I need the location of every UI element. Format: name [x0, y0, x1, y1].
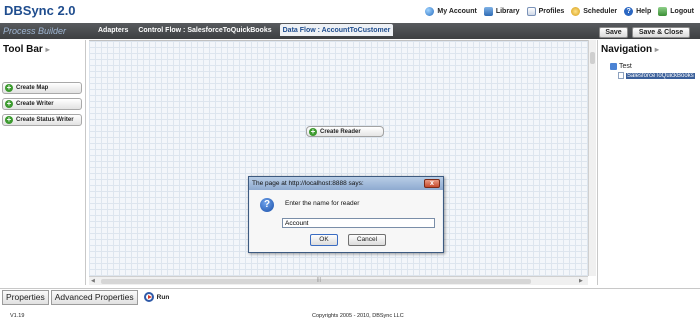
- logout-link[interactable]: Logout: [658, 7, 694, 16]
- tab-properties[interactable]: Properties: [2, 289, 49, 305]
- close-icon[interactable]: x: [424, 179, 440, 188]
- canvas-vertical-scrollbar[interactable]: [588, 40, 596, 276]
- create-map-button[interactable]: + Create Map: [2, 82, 82, 94]
- reader-name-input[interactable]: [282, 218, 435, 228]
- canvas-horizontal-scrollbar[interactable]: ◀ ||| ▶: [89, 276, 588, 285]
- collapse-arrow-icon[interactable]: ▸: [46, 45, 50, 54]
- version-label: V1.19: [10, 313, 25, 319]
- navigation-panel: Navigation ▸ Test SalesforceToQuickBooks: [597, 40, 700, 285]
- process-builder-label: Process Builder: [3, 26, 67, 36]
- ok-button[interactable]: OK: [310, 234, 338, 246]
- plus-icon: +: [5, 99, 13, 108]
- tab-adapters[interactable]: Adapters: [96, 26, 130, 36]
- scroll-left-icon[interactable]: ◀: [91, 278, 95, 284]
- create-status-writer-button[interactable]: + Create Status Writer: [2, 114, 82, 126]
- tree-node-root[interactable]: Test: [610, 62, 695, 71]
- run-button[interactable]: Run: [143, 292, 169, 302]
- flow-tabs: Adapters Control Flow : SalesforceToQuic…: [96, 24, 394, 36]
- top-bar: DBSync 2.0 My Account Library Profiles S…: [0, 0, 700, 23]
- top-navigation: My Account Library Profiles Scheduler ? H…: [425, 7, 694, 16]
- process-builder-bar: Process Builder Adapters Control Flow : …: [0, 23, 700, 39]
- footer: V1.19 Copyrights 2005 - 2010, DBSync LLC: [0, 310, 700, 323]
- save-button[interactable]: Save: [599, 27, 628, 38]
- help-icon: ?: [624, 7, 634, 16]
- copyright-label: Copyrights 2005 - 2010, DBSync LLC: [312, 313, 404, 319]
- tab-control-flow[interactable]: Control Flow : SalesforceToQuickBooks: [136, 26, 273, 36]
- bottom-tab-bar: Properties Advanced Properties Run: [0, 288, 700, 305]
- tab-data-flow[interactable]: Data Flow : AccountToCustomer: [279, 24, 394, 36]
- navigation-tree: Test SalesforceToQuickBooks: [610, 62, 695, 80]
- tool-bar-title: Tool Bar ▸: [3, 44, 50, 55]
- plus-icon: +: [5, 83, 13, 92]
- document-icon: [618, 72, 624, 79]
- scrollbar-thumb[interactable]: [101, 279, 531, 284]
- globe-icon: [425, 7, 435, 16]
- library-icon: [483, 7, 493, 16]
- library-link[interactable]: Library: [483, 7, 520, 16]
- cancel-button[interactable]: Cancel: [348, 234, 386, 246]
- grip-icon: |||: [317, 277, 321, 283]
- profiles-icon: [526, 7, 536, 16]
- logout-icon: [658, 7, 668, 16]
- app-title: DBSync 2.0: [4, 3, 76, 18]
- my-account-link[interactable]: My Account: [425, 7, 477, 16]
- help-link[interactable]: ? Help: [624, 7, 651, 16]
- profiles-link[interactable]: Profiles: [526, 7, 564, 16]
- tool-bar-panel: Tool Bar ▸ + Create Map + Create Writer + C…: [0, 40, 86, 285]
- navigation-title: Navigation ▸: [601, 44, 659, 55]
- folder-icon: [610, 63, 617, 70]
- tab-advanced-properties[interactable]: Advanced Properties: [50, 289, 138, 305]
- scrollbar-thumb[interactable]: [590, 52, 595, 64]
- scroll-right-icon[interactable]: ▶: [579, 278, 583, 284]
- create-reader-node[interactable]: + Create Reader: [306, 126, 384, 137]
- collapse-arrow-icon[interactable]: ▸: [655, 45, 659, 54]
- create-writer-button[interactable]: + Create Writer: [2, 98, 82, 110]
- prompt-dialog: The page at http://localhost:8888 says: …: [248, 176, 444, 253]
- tree-node-child[interactable]: SalesforceToQuickBooks: [610, 71, 695, 80]
- dialog-message: Enter the name for reader: [285, 200, 360, 207]
- save-close-button[interactable]: Save & Close: [632, 27, 690, 38]
- dialog-title: The page at http://localhost:8888 says:: [249, 177, 443, 190]
- plus-icon: +: [309, 126, 317, 136]
- run-icon: [143, 292, 154, 302]
- scheduler-icon: [571, 7, 581, 16]
- question-icon: ?: [260, 198, 274, 212]
- scheduler-link[interactable]: Scheduler: [571, 7, 617, 16]
- dialog-body: ? Enter the name for reader OK Cancel: [250, 190, 442, 252]
- plus-icon: +: [5, 115, 13, 124]
